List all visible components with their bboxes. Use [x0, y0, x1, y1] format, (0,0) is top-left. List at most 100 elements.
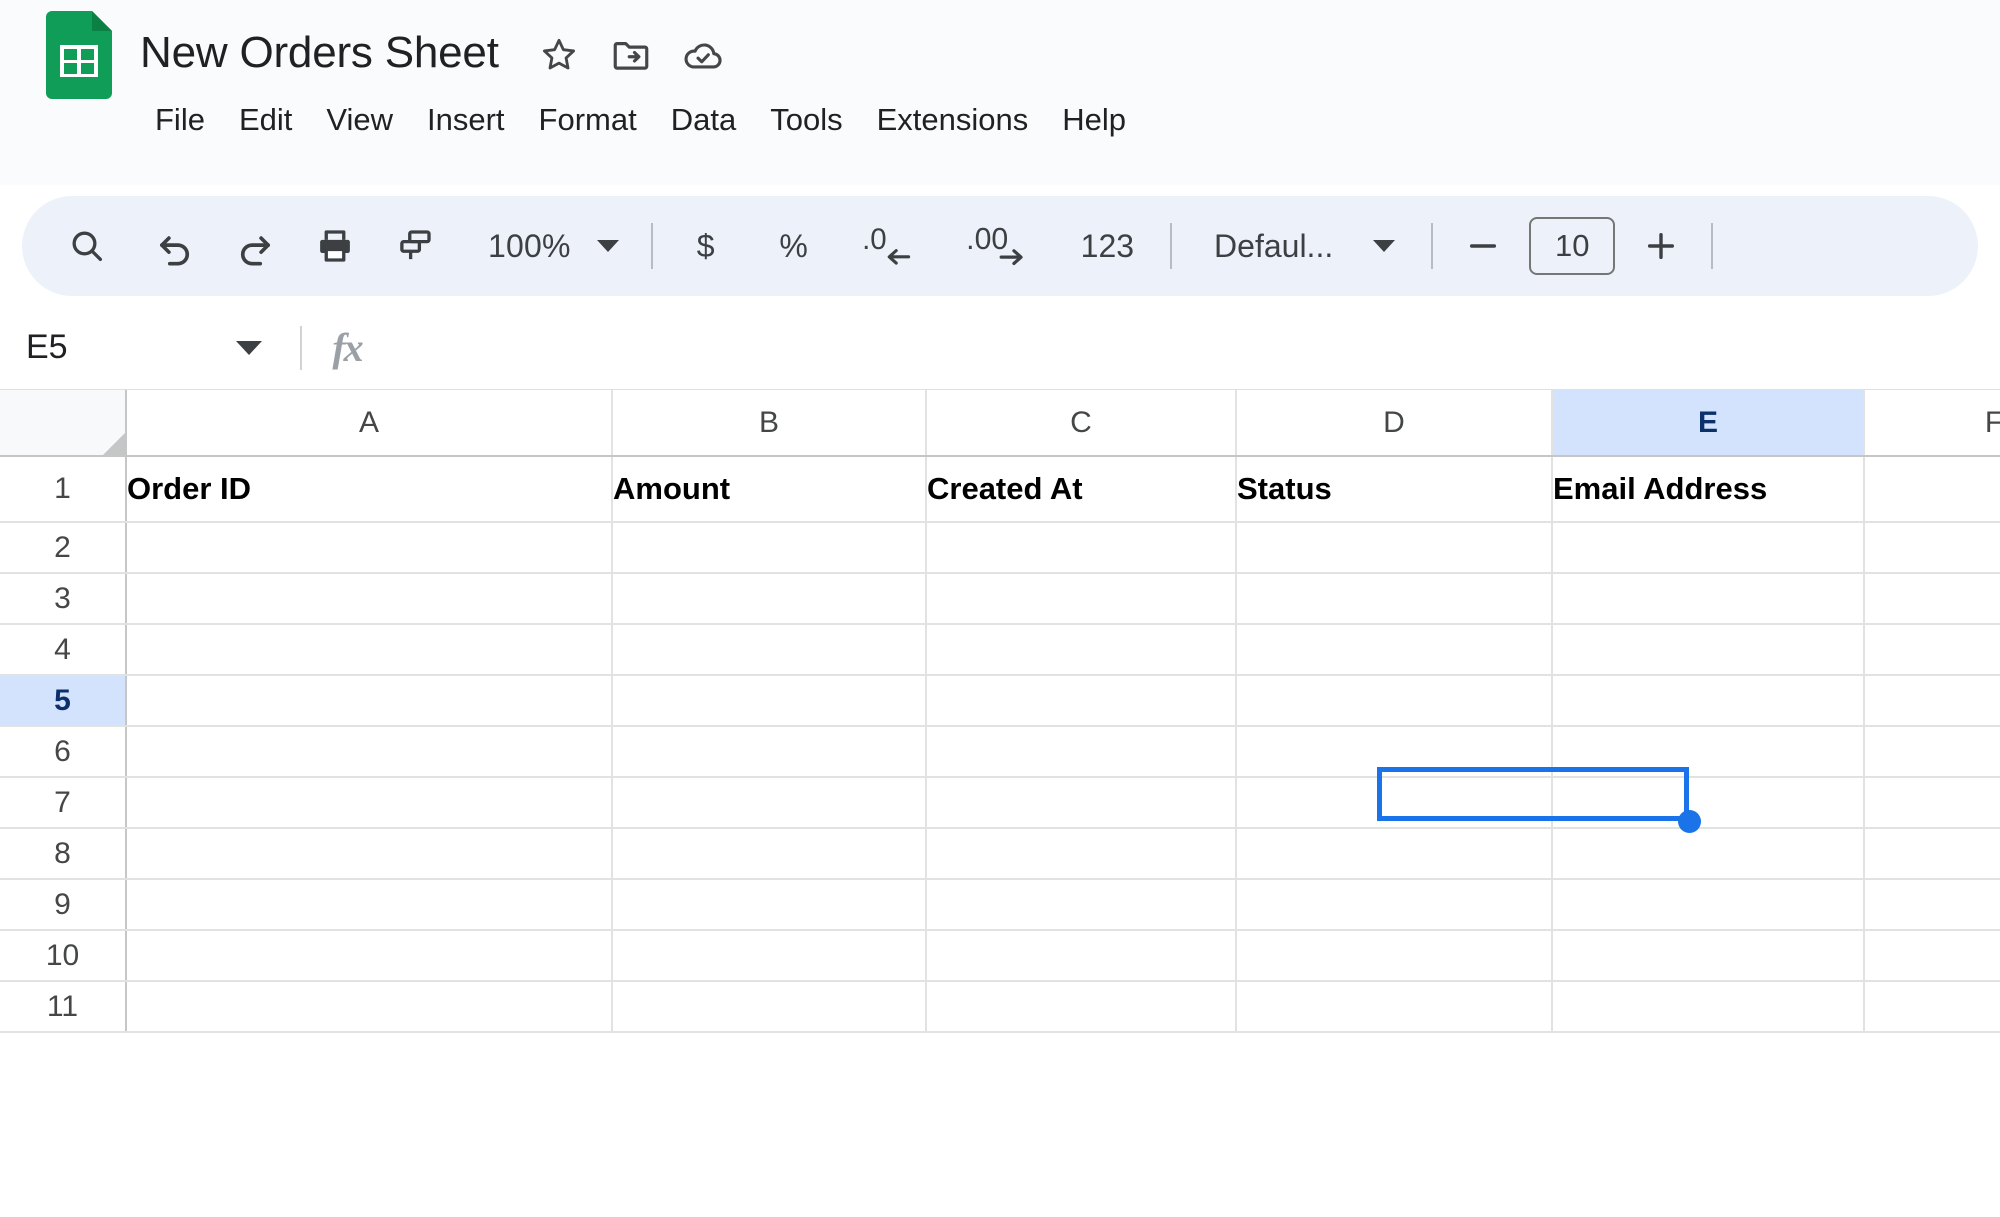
cell-a5[interactable] [126, 675, 613, 727]
menu-item-view[interactable]: View [309, 98, 410, 142]
cell-f7[interactable] [1864, 777, 2000, 829]
search-icon[interactable] [56, 215, 118, 277]
cell-c6[interactable] [926, 726, 1237, 778]
spreadsheet-grid[interactable]: A B C D E F 1 Order ID Amount Created At… [0, 390, 2000, 1217]
cell-e8[interactable] [1552, 828, 1865, 880]
cell-a9[interactable] [126, 879, 613, 931]
document-title[interactable]: New Orders Sheet [140, 28, 499, 78]
cell-b11[interactable] [612, 981, 927, 1033]
print-icon[interactable] [304, 215, 366, 277]
font-family-selector[interactable]: Defaul... [1194, 215, 1409, 277]
cell-e1[interactable]: Email Address [1552, 456, 1865, 523]
cell-d2[interactable] [1236, 522, 1553, 574]
cell-a6[interactable] [126, 726, 613, 778]
cell-a1[interactable]: Order ID [126, 456, 613, 523]
cell-d9[interactable] [1236, 879, 1553, 931]
menu-item-insert[interactable]: Insert [410, 98, 522, 142]
cell-e5-active[interactable] [1552, 675, 1865, 727]
cell-f2[interactable] [1864, 522, 2000, 574]
cell-a3[interactable] [126, 573, 613, 625]
cell-d1[interactable]: Status [1236, 456, 1553, 523]
cell-e4[interactable] [1552, 624, 1865, 676]
menu-item-file[interactable]: File [138, 98, 222, 142]
cell-d3[interactable] [1236, 573, 1553, 625]
menu-item-format[interactable]: Format [522, 98, 654, 142]
cell-c8[interactable] [926, 828, 1237, 880]
chevron-down-icon-namebox[interactable] [236, 340, 262, 355]
decrease-font-size-button[interactable] [1455, 218, 1511, 274]
menu-item-tools[interactable]: Tools [753, 98, 859, 142]
select-all-corner[interactable] [0, 390, 127, 457]
cell-e9[interactable] [1552, 879, 1865, 931]
cell-e10[interactable] [1552, 930, 1865, 982]
cell-f10[interactable] [1864, 930, 2000, 982]
increase-font-size-button[interactable] [1633, 218, 1689, 274]
cell-a2[interactable] [126, 522, 613, 574]
formula-input[interactable] [392, 306, 2000, 389]
row-header-3[interactable]: 3 [0, 573, 127, 625]
cell-c10[interactable] [926, 930, 1237, 982]
column-header-e[interactable]: E [1552, 390, 1865, 457]
cell-b8[interactable] [612, 828, 927, 880]
font-size-input[interactable]: 10 [1529, 217, 1616, 275]
redo-icon[interactable] [224, 215, 286, 277]
cell-f11[interactable] [1864, 981, 2000, 1033]
column-header-f[interactable]: F [1864, 390, 2000, 457]
menu-item-edit[interactable]: Edit [222, 98, 309, 142]
percent-format-button[interactable]: % [763, 215, 825, 277]
name-box[interactable]: E5 [0, 306, 300, 389]
cell-c11[interactable] [926, 981, 1237, 1033]
cell-d8[interactable] [1236, 828, 1553, 880]
cell-e2[interactable] [1552, 522, 1865, 574]
cell-a11[interactable] [126, 981, 613, 1033]
star-icon[interactable] [537, 33, 581, 77]
cloud-saved-icon[interactable] [681, 33, 725, 77]
number-format-button[interactable]: 123 [1067, 215, 1148, 277]
menu-item-help[interactable]: Help [1045, 98, 1143, 142]
cell-c1[interactable]: Created At [926, 456, 1237, 523]
row-header-10[interactable]: 10 [0, 930, 127, 982]
cell-f1[interactable] [1864, 456, 2000, 523]
move-to-folder-icon[interactable] [609, 33, 653, 77]
cell-d4[interactable] [1236, 624, 1553, 676]
zoom-selector[interactable]: 100% [472, 215, 629, 277]
increase-decimal-places-icon[interactable]: .00 [955, 215, 1041, 277]
column-header-a[interactable]: A [126, 390, 613, 457]
cell-b10[interactable] [612, 930, 927, 982]
row-header-7[interactable]: 7 [0, 777, 127, 829]
cell-f6[interactable] [1864, 726, 2000, 778]
row-header-5[interactable]: 5 [0, 675, 127, 727]
cell-d6[interactable] [1236, 726, 1553, 778]
column-header-c[interactable]: C [926, 390, 1237, 457]
cell-d5[interactable] [1236, 675, 1553, 727]
cell-b6[interactable] [612, 726, 927, 778]
cell-b7[interactable] [612, 777, 927, 829]
cell-b5[interactable] [612, 675, 927, 727]
cell-c2[interactable] [926, 522, 1237, 574]
menu-item-extensions[interactable]: Extensions [860, 98, 1046, 142]
cell-e3[interactable] [1552, 573, 1865, 625]
cell-e6[interactable] [1552, 726, 1865, 778]
row-header-11[interactable]: 11 [0, 981, 127, 1033]
cell-f9[interactable] [1864, 879, 2000, 931]
decrease-decimal-places-icon[interactable]: .0 [851, 215, 929, 277]
column-header-b[interactable]: B [612, 390, 927, 457]
cell-f8[interactable] [1864, 828, 2000, 880]
row-header-8[interactable]: 8 [0, 828, 127, 880]
cell-e7[interactable] [1552, 777, 1865, 829]
cell-c7[interactable] [926, 777, 1237, 829]
cell-b1[interactable]: Amount [612, 456, 927, 523]
currency-format-button[interactable]: $ [675, 215, 737, 277]
cell-e11[interactable] [1552, 981, 1865, 1033]
function-fx-icon[interactable]: fx [302, 324, 392, 371]
row-header-6[interactable]: 6 [0, 726, 127, 778]
row-header-9[interactable]: 9 [0, 879, 127, 931]
cell-b3[interactable] [612, 573, 927, 625]
cell-a7[interactable] [126, 777, 613, 829]
undo-icon[interactable] [144, 215, 206, 277]
cell-d11[interactable] [1236, 981, 1553, 1033]
cell-c9[interactable] [926, 879, 1237, 931]
cell-c3[interactable] [926, 573, 1237, 625]
row-header-1[interactable]: 1 [0, 456, 127, 523]
cell-c5[interactable] [926, 675, 1237, 727]
